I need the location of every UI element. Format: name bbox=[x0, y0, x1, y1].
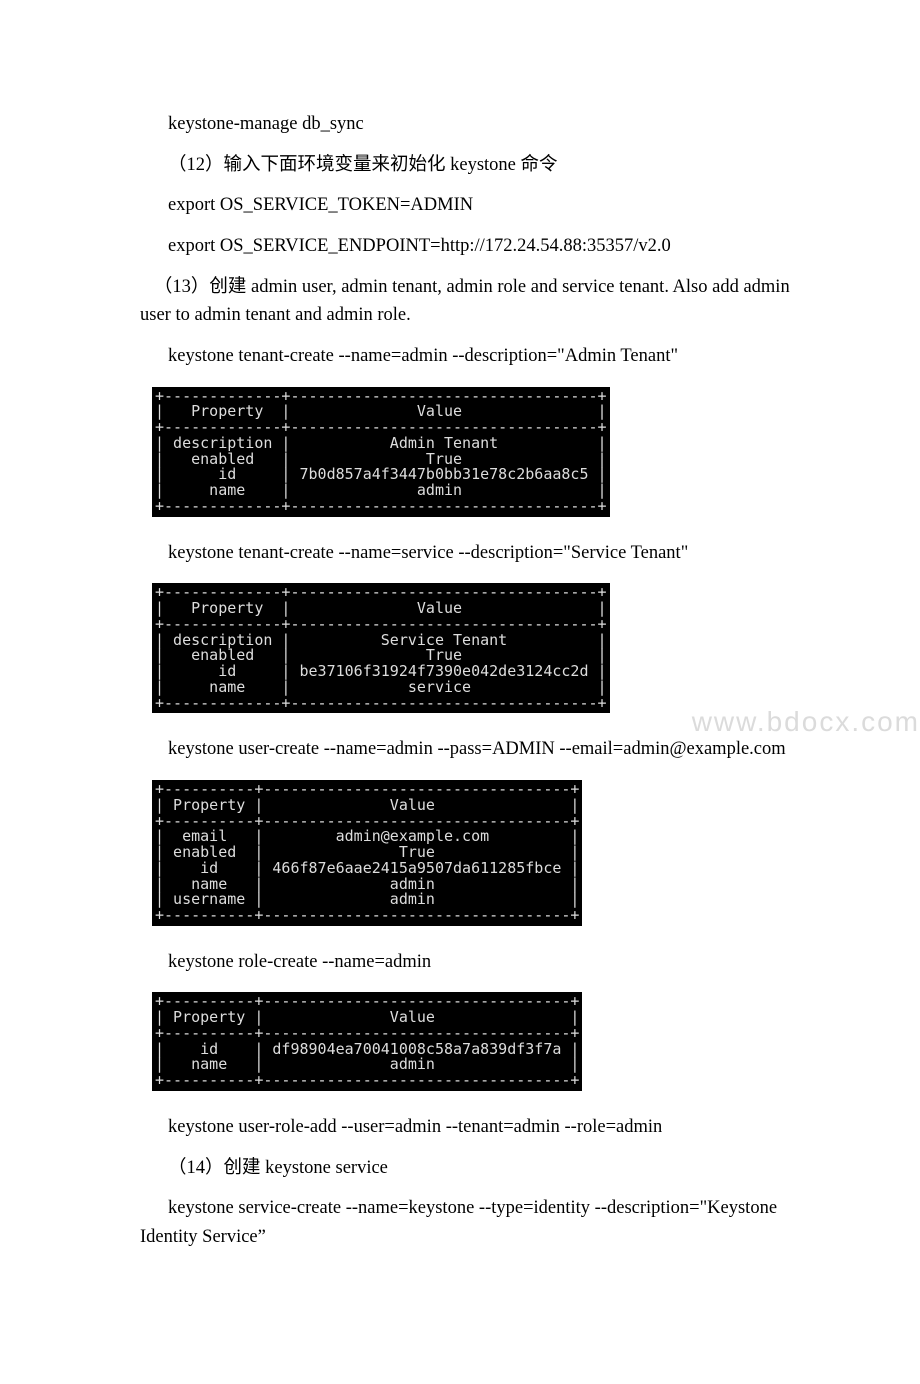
text-export-token: export OS_SERVICE_TOKEN=ADMIN bbox=[140, 191, 800, 220]
text-cmd-tenant-admin: keystone tenant-create --name=admin --de… bbox=[140, 342, 800, 371]
text-cmd-role-create: keystone role-create --name=admin bbox=[140, 948, 800, 977]
terminal-output-user-create: +----------+----------------------------… bbox=[152, 780, 582, 926]
text-cmd-service-create: keystone service-create --name=keystone … bbox=[140, 1194, 800, 1251]
text-export-endpoint: export OS_SERVICE_ENDPOINT=http://172.24… bbox=[140, 232, 800, 261]
text-step-14: （14）创建 keystone service bbox=[140, 1154, 800, 1183]
text-cmd-user-create: keystone user-create --name=admin --pass… bbox=[140, 735, 800, 764]
text-cmd-tenant-service: keystone tenant-create --name=service --… bbox=[140, 539, 800, 568]
terminal-output-tenant-service: +-------------+-------------------------… bbox=[152, 583, 610, 713]
text-cmd-user-role-add: keystone user-role-add --user=admin --te… bbox=[140, 1113, 800, 1142]
text-db-sync: keystone-manage db_sync bbox=[140, 110, 800, 139]
text-step-13: （13）创建 admin user, admin tenant, admin r… bbox=[140, 273, 800, 330]
terminal-output-role-create: +----------+----------------------------… bbox=[152, 992, 582, 1091]
terminal-output-tenant-admin: +-------------+-------------------------… bbox=[152, 387, 610, 517]
text-step-12: （12）输入下面环境变量来初始化 keystone 命令 bbox=[140, 151, 800, 180]
